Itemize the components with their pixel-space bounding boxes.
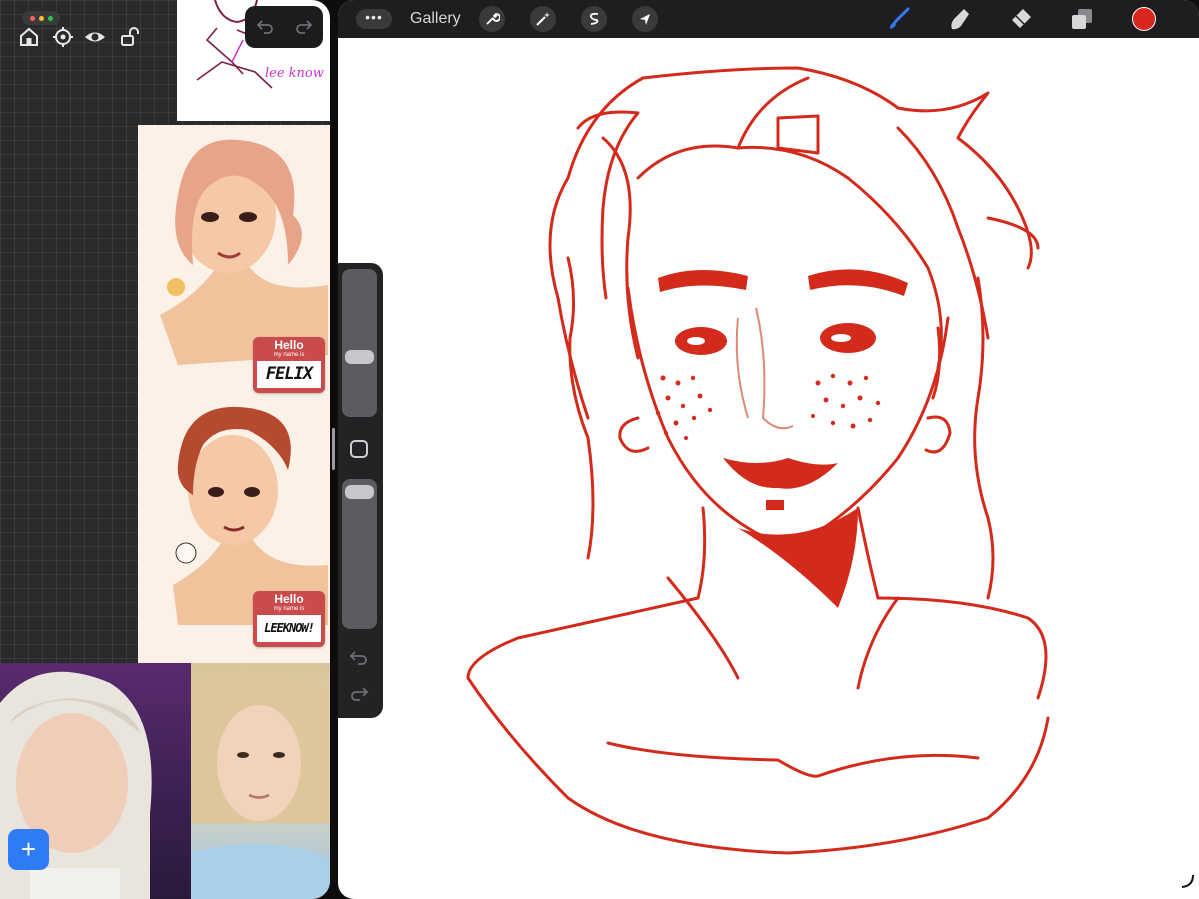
canvas-drawing[interactable] [338, 38, 1199, 899]
name-tag-felix: Hello my name is FELIX [253, 337, 325, 393]
window-controls[interactable] [22, 11, 60, 25]
minimize-dot-icon[interactable] [38, 15, 44, 21]
close-dot-icon[interactable] [29, 15, 35, 21]
name-tag-name: FELIX [257, 361, 321, 388]
name-tag-hello: Hello [274, 338, 304, 352]
sketch-caption: lee know [265, 66, 324, 81]
transform-arrow-icon[interactable] [632, 6, 658, 32]
eraser-icon[interactable] [1008, 6, 1034, 32]
redo-icon[interactable] [294, 17, 314, 37]
wrench-icon[interactable] [479, 6, 505, 32]
smudge-icon[interactable] [947, 6, 973, 32]
reference-undo-redo [245, 6, 323, 48]
eye-icon[interactable] [84, 26, 106, 48]
name-tag-name: LEEKNOW! [257, 615, 321, 642]
name-tag-hello: Hello [274, 592, 304, 606]
name-tag-sub: my name is [273, 352, 305, 358]
reference-board: lee know Hello my name is FELIX Hello my… [0, 0, 330, 899]
photo-portrait-2 [191, 670, 330, 899]
undo-icon[interactable] [348, 647, 370, 669]
character-art-illustration [160, 139, 328, 625]
undo-icon[interactable] [255, 17, 275, 37]
add-button[interactable]: + [8, 829, 49, 870]
brush-size-slider[interactable] [342, 269, 377, 417]
color-picker-swatch[interactable] [1132, 7, 1156, 31]
opacity-thumb[interactable] [345, 485, 374, 499]
layers-icon[interactable] [1069, 6, 1095, 32]
home-icon[interactable] [18, 26, 40, 48]
reference-toolbar [10, 8, 150, 52]
settings-icon[interactable] [52, 26, 74, 48]
name-tag-sub: my name is [273, 606, 305, 612]
magic-wand-icon[interactable] [530, 6, 556, 32]
name-tag-leeknow: Hello my name is LEEKNOW! [253, 591, 325, 647]
canvas-top-bar: ••• Gallery [338, 0, 1199, 38]
modify-button[interactable] [350, 440, 368, 458]
selection-icon[interactable] [581, 6, 607, 32]
gallery-button[interactable]: Gallery [410, 10, 461, 28]
menu-dots-button[interactable]: ••• [356, 9, 392, 29]
brush-size-thumb[interactable] [345, 350, 374, 364]
reference-photo-2[interactable] [191, 663, 330, 899]
maximize-dot-icon[interactable] [47, 15, 53, 21]
redo-icon[interactable] [348, 683, 370, 705]
split-view-handle[interactable] [332, 428, 335, 470]
canvas-app-window: ••• Gallery [338, 0, 1199, 899]
reference-image-character-art[interactable]: Hello my name is FELIX Hello my name is … [138, 125, 330, 663]
brush-icon[interactable] [886, 6, 912, 32]
brush-sidebar [338, 263, 383, 718]
opacity-slider[interactable] [342, 479, 377, 629]
lock-icon[interactable] [118, 26, 140, 48]
resize-corner-icon[interactable] [1178, 872, 1196, 890]
